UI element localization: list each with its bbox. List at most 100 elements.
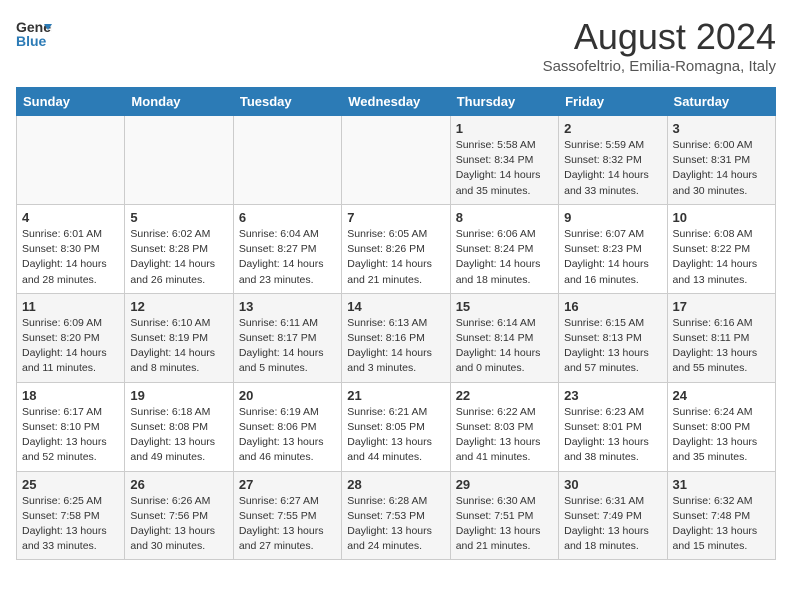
- day-info: Sunrise: 6:22 AM Sunset: 8:03 PM Dayligh…: [456, 405, 553, 466]
- header-cell-wednesday: Wednesday: [342, 88, 450, 116]
- week-row-3: 11 Sunrise: 6:09 AM Sunset: 8:20 PM Dayli…: [17, 293, 776, 382]
- week-row-2: 4 Sunrise: 6:01 AM Sunset: 8:30 PM Daylig…: [17, 204, 776, 293]
- day-cell: 20 Sunrise: 6:19 AM Sunset: 8:06 PM Dayli…: [233, 382, 341, 471]
- header-cell-saturday: Saturday: [667, 88, 775, 116]
- day-info: Sunrise: 6:16 AM Sunset: 8:11 PM Dayligh…: [673, 316, 770, 377]
- day-number: 29: [456, 477, 553, 492]
- day-number: 30: [564, 477, 661, 492]
- title-area: August 2024 Sassofeltrio, Emilia-Romagna…: [543, 16, 776, 75]
- day-number: 23: [564, 388, 661, 403]
- day-info: Sunrise: 6:07 AM Sunset: 8:23 PM Dayligh…: [564, 227, 661, 288]
- day-cell: 3 Sunrise: 6:00 AM Sunset: 8:31 PM Daylig…: [667, 116, 775, 205]
- day-info: Sunrise: 6:04 AM Sunset: 8:27 PM Dayligh…: [239, 227, 336, 288]
- calendar-subtitle: Sassofeltrio, Emilia-Romagna, Italy: [543, 58, 776, 75]
- day-cell: 12Sunrise: 6:10 AM Sunset: 8:19 PM Dayli…: [125, 293, 233, 382]
- calendar-header: SundayMondayTuesdayWednesdayThursdayFrid…: [17, 88, 776, 116]
- day-number: 20: [239, 388, 336, 403]
- day-number: 8: [456, 210, 553, 225]
- header-cell-tuesday: Tuesday: [233, 88, 341, 116]
- day-number: 11: [22, 299, 119, 314]
- week-row-5: 25 Sunrise: 6:25 AM Sunset: 7:58 PM Dayli…: [17, 471, 776, 560]
- day-info: Sunrise: 6:14 AM Sunset: 8:14 PM Dayligh…: [456, 316, 553, 377]
- day-info: Sunrise: 6:17 AM Sunset: 8:10 PM Dayligh…: [22, 405, 119, 466]
- header-cell-monday: Monday: [125, 88, 233, 116]
- day-number: 5: [130, 210, 227, 225]
- day-cell: [17, 116, 125, 205]
- day-info: Sunrise: 6:31 AM Sunset: 7:49 PM Dayligh…: [564, 494, 661, 555]
- day-number: 27: [239, 477, 336, 492]
- day-number: 17: [673, 299, 770, 314]
- day-info: Sunrise: 6:28 AM Sunset: 7:53 PM Dayligh…: [347, 494, 444, 555]
- day-number: 13: [239, 299, 336, 314]
- day-info: Sunrise: 6:19 AM Sunset: 8:06 PM Dayligh…: [239, 405, 336, 466]
- day-number: 15: [456, 299, 553, 314]
- day-info: Sunrise: 6:00 AM Sunset: 8:31 PM Dayligh…: [673, 138, 770, 199]
- header-cell-sunday: Sunday: [17, 88, 125, 116]
- day-number: 21: [347, 388, 444, 403]
- header-cell-friday: Friday: [559, 88, 667, 116]
- day-info: Sunrise: 6:25 AM Sunset: 7:58 PM Dayligh…: [22, 494, 119, 555]
- day-cell: 17 Sunrise: 6:16 AM Sunset: 8:11 PM Dayli…: [667, 293, 775, 382]
- day-cell: 15 Sunrise: 6:14 AM Sunset: 8:14 PM Dayli…: [450, 293, 558, 382]
- day-number: 1: [456, 121, 553, 136]
- day-info: Sunrise: 6:06 AM Sunset: 8:24 PM Dayligh…: [456, 227, 553, 288]
- day-cell: 6 Sunrise: 6:04 AM Sunset: 8:27 PM Daylig…: [233, 204, 341, 293]
- day-cell: 21 Sunrise: 6:21 AM Sunset: 8:05 PM Dayli…: [342, 382, 450, 471]
- day-cell: 24Sunrise: 6:24 AM Sunset: 8:00 PM Dayli…: [667, 382, 775, 471]
- day-cell: 31Sunrise: 6:32 AM Sunset: 7:48 PM Dayli…: [667, 471, 775, 560]
- day-info: Sunrise: 6:27 AM Sunset: 7:55 PM Dayligh…: [239, 494, 336, 555]
- day-info: Sunrise: 6:21 AM Sunset: 8:05 PM Dayligh…: [347, 405, 444, 466]
- logo-icon: General Blue: [16, 16, 52, 57]
- day-number: 18: [22, 388, 119, 403]
- day-number: 3: [673, 121, 770, 136]
- day-info: Sunrise: 6:18 AM Sunset: 8:08 PM Dayligh…: [130, 405, 227, 466]
- calendar-title: August 2024: [543, 16, 776, 58]
- day-number: 14: [347, 299, 444, 314]
- day-cell: [125, 116, 233, 205]
- day-info: Sunrise: 5:58 AM Sunset: 8:34 PM Dayligh…: [456, 138, 553, 199]
- day-info: Sunrise: 6:11 AM Sunset: 8:17 PM Dayligh…: [239, 316, 336, 377]
- day-cell: 14 Sunrise: 6:13 AM Sunset: 8:16 PM Dayli…: [342, 293, 450, 382]
- day-info: Sunrise: 6:13 AM Sunset: 8:16 PM Dayligh…: [347, 316, 444, 377]
- day-number: 6: [239, 210, 336, 225]
- day-cell: 1 Sunrise: 5:58 AM Sunset: 8:34 PM Daylig…: [450, 116, 558, 205]
- day-cell: 25 Sunrise: 6:25 AM Sunset: 7:58 PM Dayli…: [17, 471, 125, 560]
- day-cell: 11 Sunrise: 6:09 AM Sunset: 8:20 PM Dayli…: [17, 293, 125, 382]
- week-row-1: 1 Sunrise: 5:58 AM Sunset: 8:34 PM Daylig…: [17, 116, 776, 205]
- day-number: 7: [347, 210, 444, 225]
- day-cell: 2Sunrise: 5:59 AM Sunset: 8:32 PM Daylig…: [559, 116, 667, 205]
- week-row-4: 18 Sunrise: 6:17 AM Sunset: 8:10 PM Dayli…: [17, 382, 776, 471]
- day-number: 31: [673, 477, 770, 492]
- day-cell: [342, 116, 450, 205]
- day-info: Sunrise: 6:26 AM Sunset: 7:56 PM Dayligh…: [130, 494, 227, 555]
- day-cell: 26 Sunrise: 6:26 AM Sunset: 7:56 PM Dayli…: [125, 471, 233, 560]
- day-cell: 13 Sunrise: 6:11 AM Sunset: 8:17 PM Dayli…: [233, 293, 341, 382]
- header-row: SundayMondayTuesdayWednesdayThursdayFrid…: [17, 88, 776, 116]
- day-number: 19: [130, 388, 227, 403]
- day-cell: 16Sunrise: 6:15 AM Sunset: 8:13 PM Dayli…: [559, 293, 667, 382]
- day-info: Sunrise: 6:30 AM Sunset: 7:51 PM Dayligh…: [456, 494, 553, 555]
- day-info: Sunrise: 6:15 AM Sunset: 8:13 PM Dayligh…: [564, 316, 661, 377]
- day-cell: 27 Sunrise: 6:27 AM Sunset: 7:55 PM Dayli…: [233, 471, 341, 560]
- day-number: 26: [130, 477, 227, 492]
- day-cell: 9Sunrise: 6:07 AM Sunset: 8:23 PM Daylig…: [559, 204, 667, 293]
- day-cell: 28 Sunrise: 6:28 AM Sunset: 7:53 PM Dayli…: [342, 471, 450, 560]
- calendar-table: SundayMondayTuesdayWednesdayThursdayFrid…: [16, 87, 776, 560]
- day-number: 24: [673, 388, 770, 403]
- day-cell: 30 Sunrise: 6:31 AM Sunset: 7:49 PM Dayli…: [559, 471, 667, 560]
- day-cell: 4 Sunrise: 6:01 AM Sunset: 8:30 PM Daylig…: [17, 204, 125, 293]
- day-info: Sunrise: 6:23 AM Sunset: 8:01 PM Dayligh…: [564, 405, 661, 466]
- day-info: Sunrise: 6:01 AM Sunset: 8:30 PM Dayligh…: [22, 227, 119, 288]
- day-info: Sunrise: 6:09 AM Sunset: 8:20 PM Dayligh…: [22, 316, 119, 377]
- day-info: Sunrise: 6:10 AM Sunset: 8:19 PM Dayligh…: [130, 316, 227, 377]
- day-number: 4: [22, 210, 119, 225]
- day-cell: 7 Sunrise: 6:05 AM Sunset: 8:26 PM Daylig…: [342, 204, 450, 293]
- day-cell: 23 Sunrise: 6:23 AM Sunset: 8:01 PM Dayli…: [559, 382, 667, 471]
- day-cell: 5 Sunrise: 6:02 AM Sunset: 8:28 PM Daylig…: [125, 204, 233, 293]
- day-number: 28: [347, 477, 444, 492]
- day-number: 10: [673, 210, 770, 225]
- header: General Blue August 2024 Sassofeltrio, E…: [16, 16, 776, 75]
- day-info: Sunrise: 6:02 AM Sunset: 8:28 PM Dayligh…: [130, 227, 227, 288]
- day-number: 25: [22, 477, 119, 492]
- day-info: Sunrise: 6:05 AM Sunset: 8:26 PM Dayligh…: [347, 227, 444, 288]
